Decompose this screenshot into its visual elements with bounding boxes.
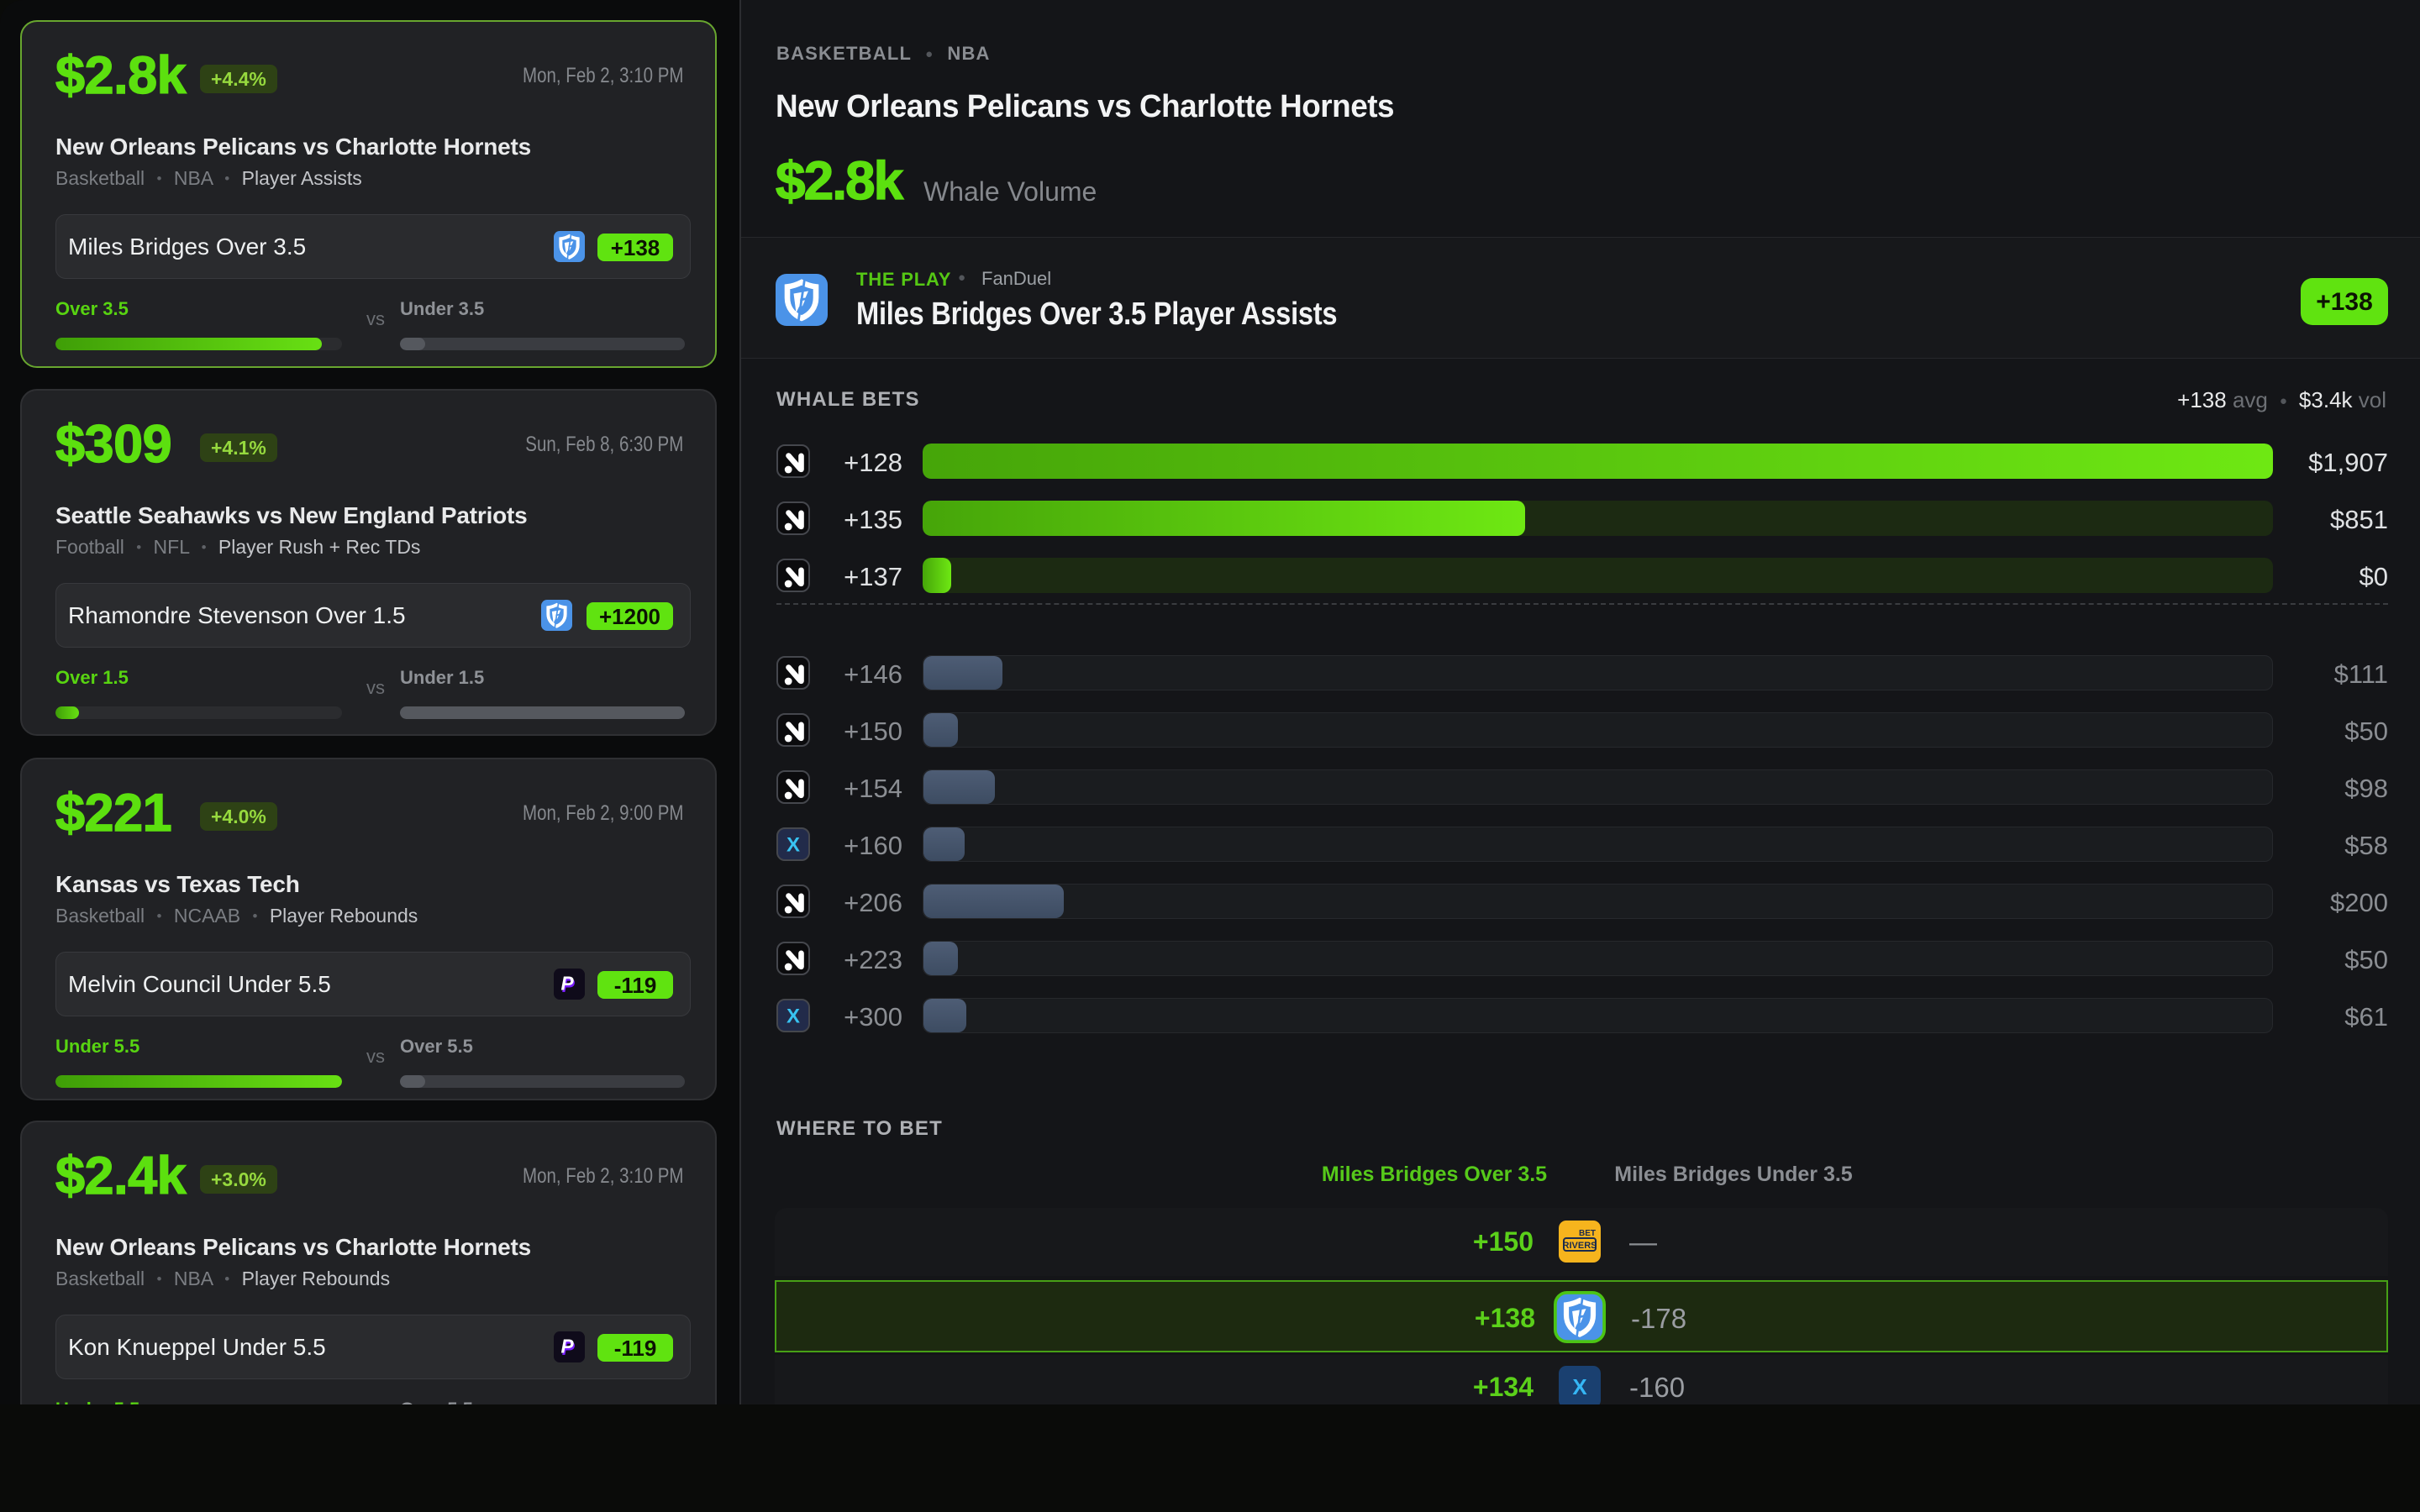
svg-text:X: X xyxy=(786,1005,800,1028)
svg-text:P: P xyxy=(561,1336,575,1357)
svg-text:X: X xyxy=(1572,1374,1587,1399)
svg-text:X: X xyxy=(786,834,800,857)
svg-text:RIVERS: RIVERS xyxy=(1563,1241,1597,1251)
svg-text:BET: BET xyxy=(1579,1229,1596,1238)
svg-text:P: P xyxy=(561,973,575,995)
